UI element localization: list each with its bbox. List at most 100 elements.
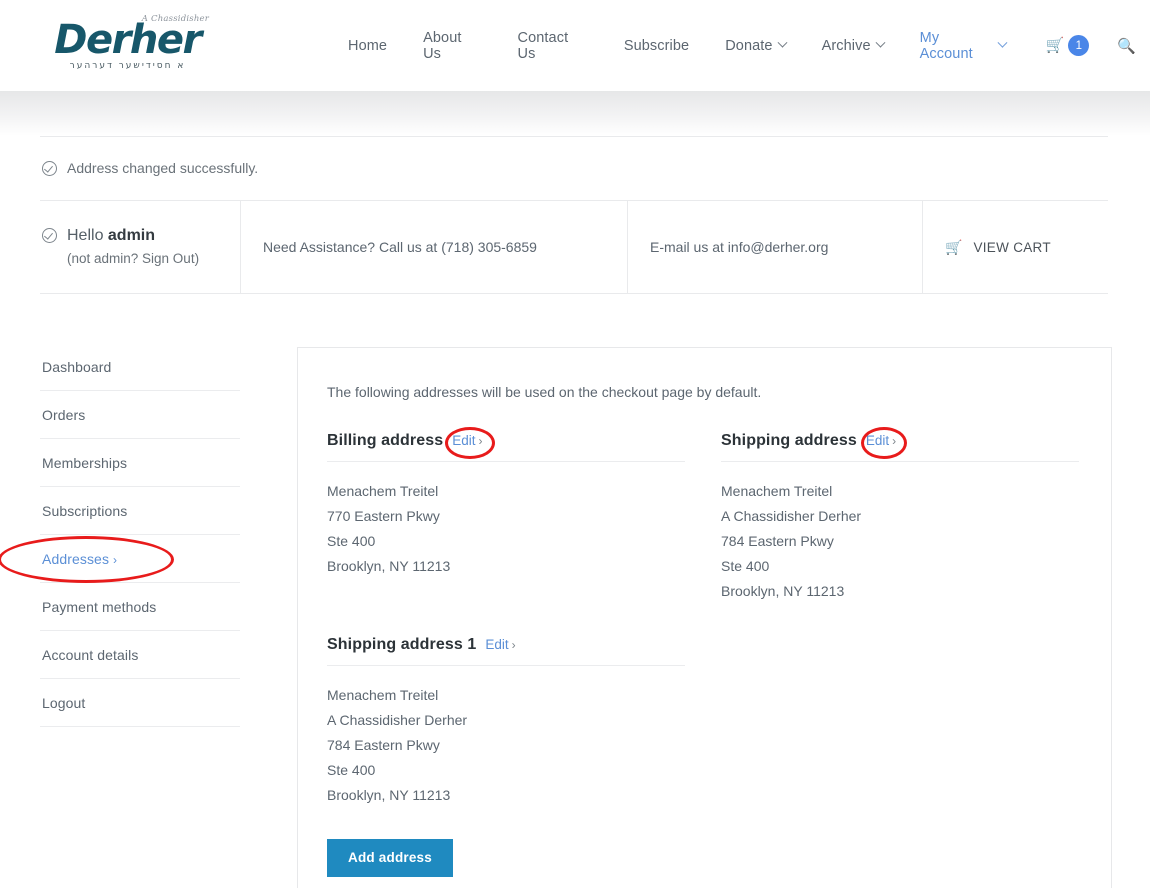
address-columns: Billing address Edit › Menachem Treitel … bbox=[327, 427, 1079, 877]
sidebar-item-label: Addresses bbox=[42, 551, 110, 567]
nav-item-contact-us[interactable]: Contact Us bbox=[500, 30, 606, 62]
sidebar-item-logout[interactable]: Logout bbox=[40, 679, 240, 727]
shipping-address-1-title: Shipping address 1 bbox=[327, 636, 477, 653]
page-root: A Chassidisher Derher א חסידישער דערהער … bbox=[0, 0, 1150, 888]
nav-label: Subscribe bbox=[623, 37, 690, 54]
shipping-address-column: Shipping address Edit › Menachem Treitel… bbox=[721, 427, 1079, 877]
billing-address-title: Billing address bbox=[327, 432, 444, 449]
account-sidebar: Dashboard Orders Memberships Subscriptio… bbox=[0, 347, 240, 888]
edit-label: Edit bbox=[865, 433, 890, 448]
shipping-address-1-block: Shipping address 1 Edit › Menachem Treit… bbox=[327, 636, 685, 877]
email-text: E-mail us at info@derher.org bbox=[650, 239, 829, 255]
sidebar-item-label: Subscriptions bbox=[42, 503, 128, 519]
shipping-address-lines: Menachem Treitel A Chassidisher Derher 7… bbox=[721, 462, 1079, 604]
addresses-intro-text: The following addresses will be used on … bbox=[327, 384, 762, 400]
nav-item-about-us[interactable]: About Us bbox=[405, 30, 499, 62]
address-line: Menachem Treitel bbox=[327, 687, 439, 703]
greeting-line: Hello admin bbox=[67, 227, 155, 244]
account-info-bar: Hello admin (not admin? Sign Out) Need A… bbox=[40, 201, 1108, 294]
address-line: Brooklyn, NY 11213 bbox=[721, 583, 845, 599]
chevron-right-icon: › bbox=[511, 638, 516, 652]
chevron-right-icon: › bbox=[478, 434, 483, 448]
notice-message: Address changed successfully. bbox=[67, 160, 259, 176]
nav-item-home[interactable]: Home bbox=[330, 38, 405, 54]
sidebar-item-payment-methods[interactable]: Payment methods bbox=[40, 583, 240, 631]
header-gradient-band bbox=[0, 91, 1150, 136]
email-cell: E-mail us at info@derher.org bbox=[628, 201, 923, 293]
address-line: Ste 400 bbox=[327, 533, 376, 549]
nav-item-donate[interactable]: Donate bbox=[707, 38, 803, 54]
chevron-down-icon bbox=[875, 37, 886, 48]
nav-item-my-account[interactable]: My Account bbox=[902, 30, 1024, 62]
billing-address-column: Billing address Edit › Menachem Treitel … bbox=[327, 427, 685, 877]
check-circle-icon bbox=[42, 160, 57, 176]
shipping-address-1-lines: Menachem Treitel A Chassidisher Derher 7… bbox=[327, 666, 685, 808]
nav-label: My Account bbox=[919, 29, 973, 62]
sidebar-item-label: Payment methods bbox=[42, 599, 157, 615]
sidebar-item-orders[interactable]: Orders bbox=[40, 391, 240, 439]
sidebar-item-label: Orders bbox=[42, 407, 86, 423]
edit-billing-address-link[interactable]: Edit › bbox=[452, 433, 482, 448]
address-line: 770 Eastern Pkwy bbox=[327, 508, 440, 524]
edit-label: Edit bbox=[485, 637, 509, 652]
sidebar-item-label: Logout bbox=[42, 695, 86, 711]
nav-label: Donate bbox=[725, 37, 773, 54]
sidebar-item-addresses[interactable]: Addresses › bbox=[0, 535, 240, 583]
cart-count-badge: 1 bbox=[1068, 35, 1090, 56]
search-button[interactable]: 🔍 bbox=[1103, 37, 1150, 55]
edit-shipping-address-link[interactable]: Edit › bbox=[866, 433, 896, 448]
sidebar-item-label: Dashboard bbox=[42, 359, 112, 375]
nav-label: About Us bbox=[423, 29, 462, 62]
address-line: A Chassidisher Derher bbox=[721, 508, 862, 524]
nav-item-archive[interactable]: Archive bbox=[804, 38, 902, 54]
cart-button[interactable]: 🛒 1 bbox=[1024, 35, 1104, 56]
greeting-cell: Hello admin (not admin? Sign Out) bbox=[40, 201, 241, 293]
addresses-panel: The following addresses will be used on … bbox=[297, 347, 1112, 888]
sidebar-item-memberships[interactable]: Memberships bbox=[40, 439, 240, 487]
edit-shipping-address-1-link[interactable]: Edit › bbox=[485, 637, 515, 652]
nav-label: Archive bbox=[821, 37, 871, 54]
shipping-address-title: Shipping address bbox=[721, 432, 857, 449]
nav-label: Contact Us bbox=[517, 29, 569, 62]
assistance-text: Need Assistance? Call us at (718) 305-68… bbox=[263, 239, 537, 255]
address-line: Ste 400 bbox=[721, 558, 770, 574]
add-address-button[interactable]: Add address bbox=[327, 839, 453, 877]
nav-label: Home bbox=[348, 37, 388, 54]
sign-out-link[interactable]: (not admin? Sign Out) bbox=[67, 251, 199, 266]
greeting-username: admin bbox=[107, 226, 156, 244]
shipping-address-header: Shipping address Edit › bbox=[721, 427, 1079, 462]
chevron-down-icon bbox=[777, 37, 788, 48]
sidebar-item-label: Account details bbox=[42, 647, 139, 663]
greeting-prefix: Hello bbox=[67, 226, 108, 244]
shipping-address-1-header: Shipping address 1 Edit › bbox=[327, 636, 685, 666]
chevron-right-icon: › bbox=[892, 434, 897, 448]
address-line: Brooklyn, NY 11213 bbox=[327, 558, 451, 574]
logo-wordmark: Derher bbox=[54, 16, 202, 63]
chevron-right-icon: › bbox=[113, 553, 118, 567]
sidebar-item-label: Memberships bbox=[42, 455, 128, 471]
view-cart-cell: 🛒 VIEW CART bbox=[923, 201, 1108, 293]
address-line: Menachem Treitel bbox=[721, 483, 833, 499]
address-line: Brooklyn, NY 11213 bbox=[327, 787, 451, 803]
sidebar-item-dashboard[interactable]: Dashboard bbox=[40, 347, 240, 391]
nav-item-subscribe[interactable]: Subscribe bbox=[606, 38, 707, 54]
shopping-cart-icon: 🛒 bbox=[1045, 37, 1065, 54]
view-cart-link[interactable]: 🛒 VIEW CART bbox=[945, 239, 1051, 256]
billing-address-lines: Menachem Treitel 770 Eastern Pkwy Ste 40… bbox=[327, 462, 685, 579]
sidebar-item-subscriptions[interactable]: Subscriptions bbox=[40, 487, 240, 535]
success-notice: Address changed successfully. bbox=[40, 137, 1108, 200]
address-line: 784 Eastern Pkwy bbox=[327, 737, 440, 753]
logo-hebrew-subtitle: א חסידישער דערהער bbox=[69, 60, 186, 71]
shopping-cart-icon: 🛒 bbox=[945, 238, 963, 255]
sidebar-item-account-details[interactable]: Account details bbox=[40, 631, 240, 679]
content-container: Address changed successfully. Hello admi… bbox=[0, 136, 1112, 888]
account-area: Dashboard Orders Memberships Subscriptio… bbox=[0, 347, 1112, 888]
address-line: 784 Eastern Pkwy bbox=[721, 533, 834, 549]
site-header: A Chassidisher Derher א חסידישער דערהער … bbox=[0, 0, 1150, 91]
site-logo[interactable]: A Chassidisher Derher א חסידישער דערהער bbox=[40, 8, 215, 76]
address-line: Menachem Treitel bbox=[327, 483, 439, 499]
edit-label: Edit bbox=[452, 433, 476, 448]
address-line: Ste 400 bbox=[327, 762, 376, 778]
chevron-down-icon bbox=[997, 37, 1008, 48]
user-check-icon bbox=[42, 227, 57, 243]
